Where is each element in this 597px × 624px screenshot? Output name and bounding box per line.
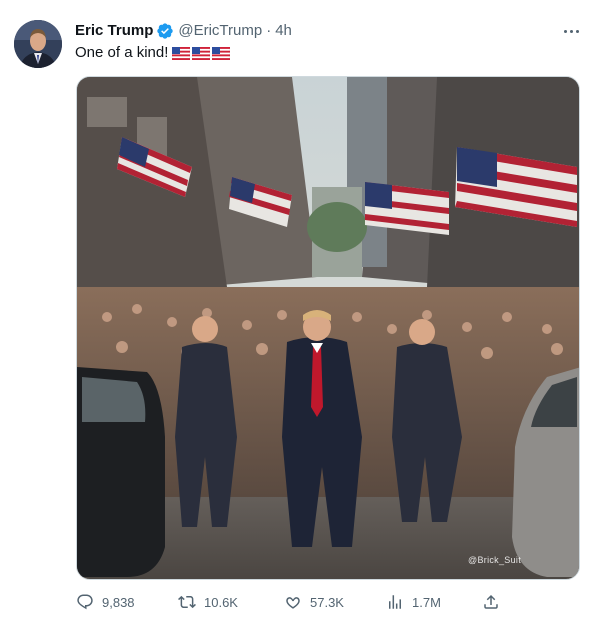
tweet-text-content: One of a kind! — [75, 44, 169, 61]
tweet-header: Eric Trump @EricTrump · 4h — [75, 21, 292, 41]
flag-emoji-group — [172, 46, 232, 60]
author-name[interactable]: Eric Trump — [75, 21, 153, 41]
reply-button[interactable]: 9,838 — [76, 593, 135, 611]
like-button[interactable]: 57.3K — [284, 593, 344, 611]
view-count: 1.7M — [412, 594, 441, 610]
more-options-button[interactable] — [558, 21, 584, 41]
heart-icon — [286, 597, 300, 609]
share-icon — [484, 594, 498, 609]
like-count: 57.3K — [310, 594, 344, 610]
verified-badge-icon — [156, 22, 174, 40]
reply-count: 9,838 — [102, 594, 135, 610]
tweet-image[interactable]: @Brick_Suit — [76, 76, 580, 580]
timestamp[interactable]: 4h — [275, 21, 292, 41]
tweet-actions: 9,838 10.6K 57.3K 1.7M — [76, 590, 498, 614]
more-dot — [569, 29, 573, 33]
tweet-card[interactable]: Eric Trump @EricTrump · 4h One of a kind… — [0, 0, 597, 624]
views-button[interactable]: 1.7M — [386, 593, 441, 611]
more-dot — [575, 29, 579, 33]
us-flag-icon — [172, 46, 191, 60]
author-handle[interactable]: @EricTrump — [178, 21, 262, 41]
us-flag-icon — [212, 46, 231, 60]
watermark-text: @Brick_Suit — [468, 555, 521, 565]
retweet-count: 10.6K — [204, 594, 238, 610]
separator-dot: · — [266, 22, 272, 39]
avatar-image — [14, 20, 62, 68]
reply-icon — [77, 594, 93, 610]
avatar[interactable] — [14, 20, 62, 68]
crowd-street-photo — [77, 77, 579, 579]
share-button[interactable] — [482, 593, 508, 611]
more-dot — [563, 29, 567, 33]
analytics-bars-icon — [389, 595, 401, 609]
retweet-icon — [178, 595, 196, 609]
us-flag-icon — [192, 46, 211, 60]
tweet-text: One of a kind! — [75, 43, 232, 63]
retweet-button[interactable]: 10.6K — [178, 593, 238, 611]
